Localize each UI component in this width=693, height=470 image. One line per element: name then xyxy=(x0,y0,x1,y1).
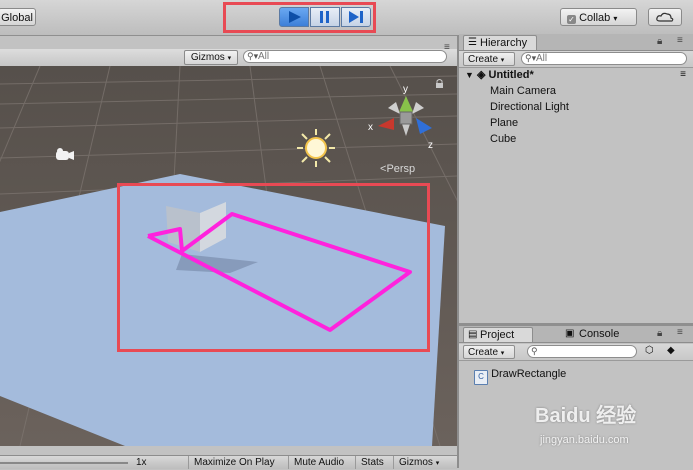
filter-by-label-icon[interactable]: ◆ xyxy=(667,345,675,356)
filter-by-type-icon[interactable]: ⬡ xyxy=(645,345,654,356)
chevron-down-icon: ▾ xyxy=(435,460,440,467)
hierarchy-item-plane[interactable]: Plane xyxy=(490,116,518,130)
gizmos-label: Gizmos xyxy=(190,52,225,63)
check-icon: ✓ xyxy=(567,15,576,24)
project-tab-label: Project xyxy=(480,329,515,341)
scene-view-header: Gizmos ▾ ⚲▾ All ≡ xyxy=(0,42,457,67)
tab-hierarchy[interactable]: ☰ Hierarchy xyxy=(463,35,537,50)
search-icon: ⚲▾ xyxy=(247,51,259,61)
hierarchy-search-input[interactable]: ⚲▾ All xyxy=(521,52,687,65)
game-gizmos-label: Gizmos xyxy=(399,457,433,468)
expand-arrow-icon[interactable]: ▼ xyxy=(465,70,474,80)
hierarchy-item-directional-light[interactable]: Directional Light xyxy=(490,100,569,114)
collab-label: Collab xyxy=(579,12,611,24)
scene-root-row[interactable]: ▼ ◈ Untitled* ≡ xyxy=(465,68,690,82)
scene-highlight-box xyxy=(117,183,430,352)
scale-slider[interactable] xyxy=(0,462,128,464)
cloud-button[interactable] xyxy=(648,8,682,26)
project-tab-row: ▤ Project ▣ Console 🔒︎ ≡ xyxy=(459,326,693,343)
scene-search-placeholder: All xyxy=(258,51,270,62)
sun-icon[interactable] xyxy=(297,129,335,167)
hierarchy-tab-label: Hierarchy xyxy=(480,37,528,49)
cs-script-icon: C xyxy=(474,370,488,385)
chevron-down-icon: ▾ xyxy=(500,57,505,64)
search-icon: ⚲ xyxy=(531,346,538,356)
collab-button[interactable]: ✓ Collab ▾ xyxy=(560,8,637,26)
hierarchy-toolbar: Create ▾ ⚲▾ All xyxy=(459,51,693,68)
hierarchy-search-placeholder: All xyxy=(536,53,548,64)
console-icon: ▣ xyxy=(565,328,575,339)
mute-label: Mute Audio xyxy=(294,457,345,468)
menu-icon[interactable]: ≡ xyxy=(677,327,683,338)
maximize-on-play-toggle[interactable]: Maximize On Play xyxy=(188,456,288,469)
scale-label: 1x xyxy=(136,457,147,468)
watermark-brand: Baidu 经验 xyxy=(535,405,637,427)
chevron-down-icon: ▾ xyxy=(500,350,505,357)
tab-console[interactable]: ▣ Console xyxy=(563,327,619,342)
stats-toggle[interactable]: Stats xyxy=(355,456,393,469)
console-tab-label: Console xyxy=(579,328,620,340)
stats-label: Stats xyxy=(361,457,384,468)
lock-icon[interactable]: 🔒︎ xyxy=(657,36,662,47)
project-toolbar: Create ▾ ⚲ ⬡ ◆ xyxy=(459,344,693,361)
asset-name: DrawRectangle xyxy=(491,368,567,380)
search-icon: ⚲▾ xyxy=(525,53,537,63)
axis-y-label: y xyxy=(403,84,408,95)
scene-name: Untitled* xyxy=(488,69,534,81)
project-create-label: Create xyxy=(468,347,499,358)
scene-search-input[interactable]: ⚲▾ All xyxy=(243,50,447,63)
lock-icon[interactable]: 🔒︎ xyxy=(657,328,662,339)
asset-item-drawrectangle[interactable]: C DrawRectangle xyxy=(474,366,567,385)
mute-audio-toggle[interactable]: Mute Audio xyxy=(288,456,355,469)
game-view-toolbar: 1x Maximize On Play Mute Audio Stats Giz… xyxy=(0,455,457,469)
menu-icon: ≡ xyxy=(444,42,450,53)
folder-icon: ▤ xyxy=(468,329,478,340)
menu-icon[interactable]: ≡ xyxy=(677,35,683,46)
baidu-watermark: Baidu 经验 xyxy=(535,405,665,427)
hierarchy-item-main-camera[interactable]: Main Camera xyxy=(490,84,556,98)
menu-icon[interactable]: ≡ xyxy=(680,68,686,82)
project-search-input[interactable]: ⚲ xyxy=(527,345,637,358)
main-toolbar: Global ✓ Collab ▾ xyxy=(0,0,693,36)
watermark-url: jingyan.baidu.com xyxy=(540,434,629,446)
global-label: Global xyxy=(1,12,33,24)
hierarchy-tab-row: ☰ Hierarchy 🔒︎ ≡ xyxy=(459,34,693,51)
axis-z-label: z xyxy=(428,140,433,151)
gizmos-dropdown[interactable]: Gizmos ▾ xyxy=(184,50,238,65)
maximize-label: Maximize On Play xyxy=(194,457,275,468)
cloud-icon xyxy=(656,12,674,22)
chevron-down-icon: ▾ xyxy=(227,55,232,62)
global-toggle-button[interactable]: Global xyxy=(0,8,36,26)
project-create-dropdown[interactable]: Create ▾ xyxy=(463,345,515,359)
unity-scene-icon: ◈ xyxy=(476,69,486,81)
playback-highlight-box xyxy=(223,2,376,33)
hierarchy-item-cube[interactable]: Cube xyxy=(490,132,516,146)
hierarchy-create-dropdown[interactable]: Create ▾ xyxy=(463,52,515,66)
list-icon: ☰ xyxy=(468,37,477,48)
axis-x-label: x xyxy=(368,122,373,133)
persp-label[interactable]: <Persp xyxy=(380,163,415,175)
tab-project[interactable]: ▤ Project xyxy=(463,327,533,342)
game-gizmos-dropdown[interactable]: Gizmos ▾ xyxy=(393,456,457,469)
create-label: Create xyxy=(468,54,499,65)
chevron-down-icon: ▾ xyxy=(613,14,618,23)
